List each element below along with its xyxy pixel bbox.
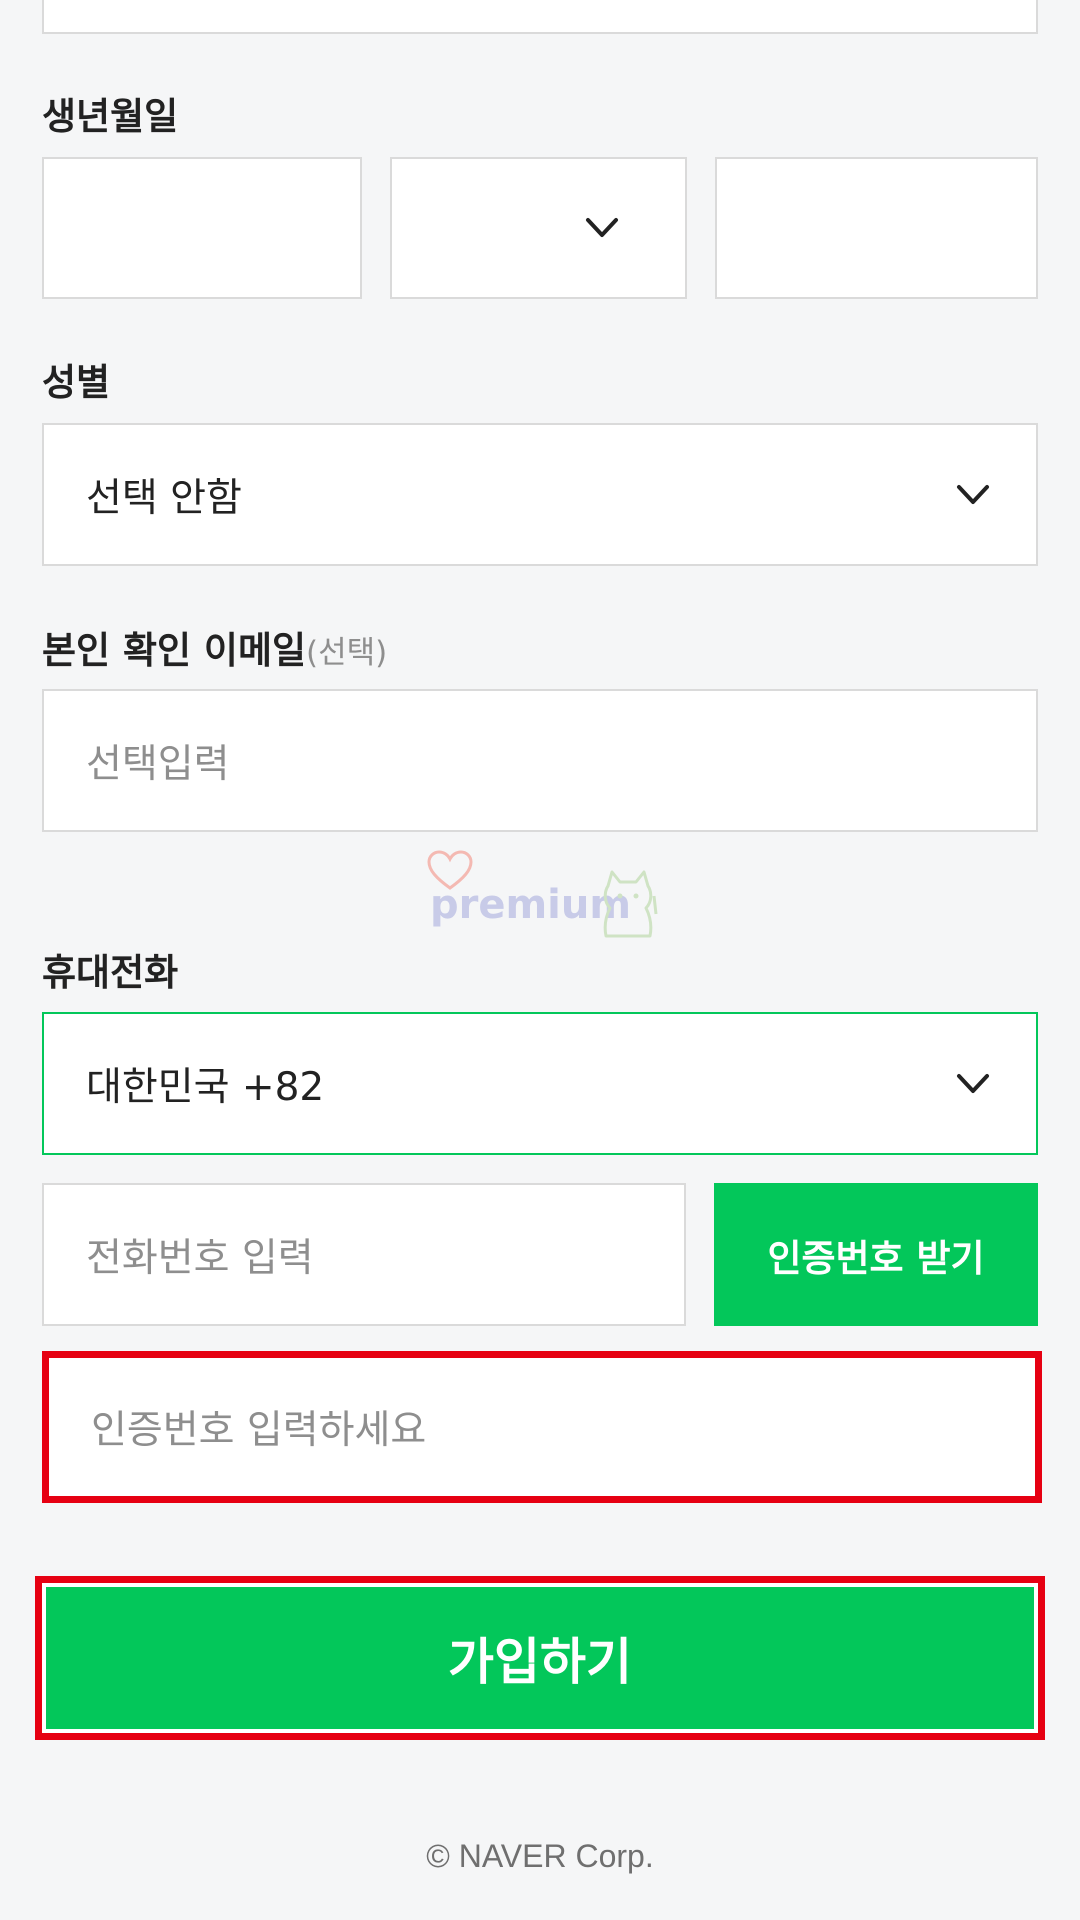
gender-selected-value: 선택 안함 [86,475,242,521]
chevron-down-icon [957,1073,989,1093]
signup-button[interactable]: 가입하기 [46,1587,1034,1729]
birthdate-label: 생년월일 [42,95,179,138]
phone-label: 휴대전화 [42,951,179,994]
verification-code-placeholder: 인증번호 입력하세요 [91,1408,427,1453]
email-label: 본인 확인 이메일(선택) [42,620,387,674]
phone-number-input[interactable]: 전화번호 입력 [42,1183,686,1326]
country-code-select[interactable]: 대한민국 +82 [42,1012,1038,1155]
country-selected-value: 대한민국 +82 [86,1064,325,1110]
email-placeholder: 선택입력 [86,741,230,787]
email-optional-tag: (선택) [306,635,388,671]
request-code-button[interactable]: 인증번호 받기 [714,1183,1038,1326]
signup-form-page: 생년월일 성별 선택 안함 본인 확인 이메일(선택) 선택입력 premium [0,0,1080,1920]
previous-input-field[interactable] [42,0,1038,34]
chevron-down-icon [586,218,618,237]
footer-copyright: © NAVER Corp. [426,1838,654,1874]
email-input[interactable]: 선택입력 [42,689,1038,832]
birth-day-input[interactable] [715,157,1038,299]
birth-month-select[interactable] [390,157,687,299]
chevron-down-icon [957,484,989,504]
cat-icon [603,870,658,938]
gender-select[interactable]: 선택 안함 [42,423,1038,566]
verification-code-input[interactable]: 인증번호 입력하세요 [42,1351,1042,1503]
birth-year-input[interactable] [42,157,362,299]
email-label-text: 본인 확인 이메일 [42,629,307,672]
gender-label: 성별 [42,361,111,404]
signup-button-highlight: 가입하기 [35,1576,1045,1740]
phone-number-placeholder: 전화번호 입력 [86,1235,314,1281]
premium-watermark: premium [420,850,670,950]
